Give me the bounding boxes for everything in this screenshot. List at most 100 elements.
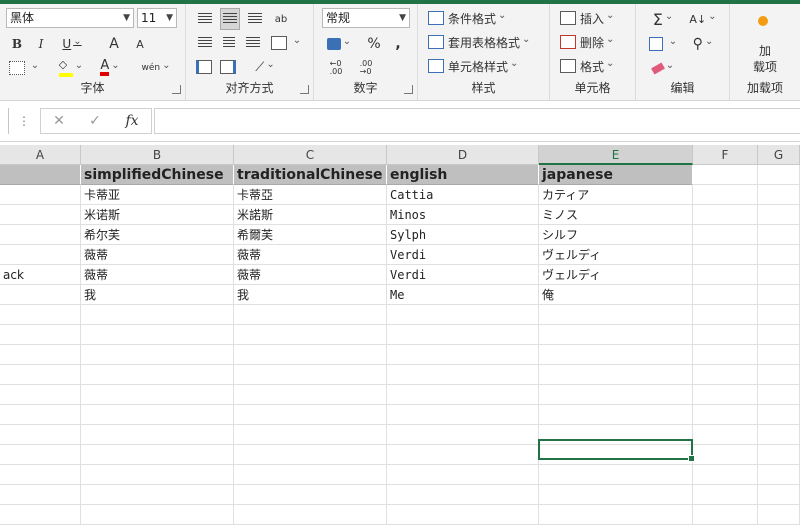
cell[interactable] bbox=[387, 365, 539, 385]
cell[interactable] bbox=[81, 365, 234, 385]
cell[interactable] bbox=[387, 505, 539, 525]
cell[interactable] bbox=[539, 305, 693, 325]
cell[interactable] bbox=[758, 505, 800, 525]
autosum-button[interactable]: Σ bbox=[648, 8, 678, 30]
column-header-c[interactable]: C bbox=[234, 145, 387, 165]
cell[interactable] bbox=[539, 345, 693, 365]
cell[interactable]: 卡蒂亚 bbox=[81, 185, 234, 205]
cell[interactable] bbox=[539, 325, 693, 345]
header-cell[interactable] bbox=[758, 165, 800, 185]
cell[interactable] bbox=[0, 405, 81, 425]
cell[interactable] bbox=[0, 305, 81, 325]
alignment-dialog-launcher[interactable] bbox=[300, 85, 309, 94]
header-cell[interactable]: traditionalChinese bbox=[234, 165, 387, 185]
cell[interactable] bbox=[0, 285, 81, 305]
cell[interactable] bbox=[693, 285, 758, 305]
cell[interactable] bbox=[387, 385, 539, 405]
cell[interactable] bbox=[758, 185, 800, 205]
addins-icon-wrap[interactable] bbox=[746, 14, 780, 28]
cell[interactable] bbox=[693, 345, 758, 365]
cell[interactable] bbox=[0, 365, 81, 385]
cell[interactable] bbox=[387, 325, 539, 345]
cell[interactable] bbox=[387, 405, 539, 425]
fill-button[interactable] bbox=[648, 34, 678, 54]
cell[interactable] bbox=[81, 505, 234, 525]
decrease-decimal-button[interactable]: .00 →0 bbox=[354, 58, 378, 78]
cell[interactable] bbox=[539, 405, 693, 425]
number-dialog-launcher[interactable] bbox=[404, 85, 413, 94]
cell[interactable] bbox=[0, 205, 81, 225]
cell[interactable]: Cattia bbox=[387, 185, 539, 205]
cell[interactable] bbox=[758, 265, 800, 285]
cell[interactable] bbox=[758, 205, 800, 225]
cell[interactable] bbox=[539, 385, 693, 405]
cell[interactable] bbox=[0, 245, 81, 265]
cell[interactable]: ack bbox=[0, 265, 81, 285]
header-cell[interactable]: simplifiedChinese bbox=[81, 165, 234, 185]
cell-styles-button[interactable]: 单元格样式 bbox=[428, 56, 518, 76]
cell[interactable] bbox=[693, 445, 758, 465]
cell[interactable] bbox=[539, 465, 693, 485]
formula-input[interactable] bbox=[154, 108, 800, 134]
clear-button[interactable] bbox=[648, 58, 678, 78]
cell[interactable]: Me bbox=[387, 285, 539, 305]
middle-align-button[interactable] bbox=[220, 8, 240, 30]
cell[interactable] bbox=[387, 445, 539, 465]
cell[interactable] bbox=[234, 385, 387, 405]
cell[interactable] bbox=[0, 505, 81, 525]
cell[interactable] bbox=[758, 365, 800, 385]
cell[interactable] bbox=[234, 425, 387, 445]
cell[interactable] bbox=[693, 465, 758, 485]
find-select-button[interactable]: ⚲ bbox=[686, 34, 720, 54]
cell[interactable]: 米诺斯 bbox=[81, 205, 234, 225]
font-size-select[interactable]: 11 ▼ bbox=[137, 8, 177, 28]
cell[interactable] bbox=[758, 405, 800, 425]
cell[interactable]: 希爾芙 bbox=[234, 225, 387, 245]
percent-button[interactable]: % bbox=[364, 34, 384, 54]
cell[interactable] bbox=[387, 465, 539, 485]
cell[interactable] bbox=[693, 425, 758, 445]
cell[interactable] bbox=[693, 325, 758, 345]
wrap-text-button[interactable]: ab bbox=[270, 8, 292, 30]
cell[interactable]: 我 bbox=[81, 285, 234, 305]
number-format-select[interactable]: 常规 ▼ bbox=[322, 8, 410, 28]
insert-function-icon[interactable]: fx bbox=[121, 112, 143, 130]
cell[interactable] bbox=[234, 465, 387, 485]
cell[interactable] bbox=[0, 325, 81, 345]
cell[interactable] bbox=[0, 445, 81, 465]
cell[interactable]: ヴェルディ bbox=[539, 265, 693, 285]
cell[interactable] bbox=[693, 405, 758, 425]
cell[interactable] bbox=[234, 405, 387, 425]
cell[interactable]: 俺 bbox=[539, 285, 693, 305]
increase-decimal-button[interactable]: ←0.00 bbox=[324, 58, 348, 78]
bottom-align-button[interactable] bbox=[246, 10, 264, 28]
cell[interactable] bbox=[81, 485, 234, 505]
cell[interactable]: カティア bbox=[539, 185, 693, 205]
grow-font-button[interactable]: A bbox=[104, 34, 124, 54]
cell[interactable] bbox=[81, 345, 234, 365]
cell[interactable]: 薇蒂 bbox=[81, 245, 234, 265]
cell[interactable] bbox=[758, 285, 800, 305]
phonetic-guide-button[interactable]: wén bbox=[140, 58, 172, 78]
insert-cells-button[interactable]: 插入 bbox=[560, 8, 614, 28]
cell[interactable]: 米諾斯 bbox=[234, 205, 387, 225]
cell[interactable] bbox=[539, 485, 693, 505]
column-header-g[interactable]: G bbox=[758, 145, 800, 165]
cell[interactable] bbox=[0, 485, 81, 505]
format-as-table-button[interactable]: 套用表格格式 bbox=[428, 32, 530, 52]
cell[interactable] bbox=[693, 205, 758, 225]
font-name-select[interactable]: 黑体 ▼ bbox=[6, 8, 134, 28]
cancel-icon[interactable]: ✕ bbox=[49, 112, 69, 130]
cell[interactable] bbox=[234, 505, 387, 525]
cell[interactable] bbox=[693, 505, 758, 525]
cell[interactable] bbox=[693, 305, 758, 325]
cell[interactable] bbox=[387, 425, 539, 445]
shrink-font-button[interactable]: A bbox=[130, 34, 150, 54]
format-cells-button[interactable]: 格式 bbox=[560, 56, 614, 76]
cell[interactable]: Sylph bbox=[387, 225, 539, 245]
cell[interactable] bbox=[0, 385, 81, 405]
column-header-e[interactable]: E bbox=[539, 145, 693, 165]
cell[interactable]: 我 bbox=[234, 285, 387, 305]
cell[interactable] bbox=[81, 405, 234, 425]
column-header-d[interactable]: D bbox=[387, 145, 539, 165]
